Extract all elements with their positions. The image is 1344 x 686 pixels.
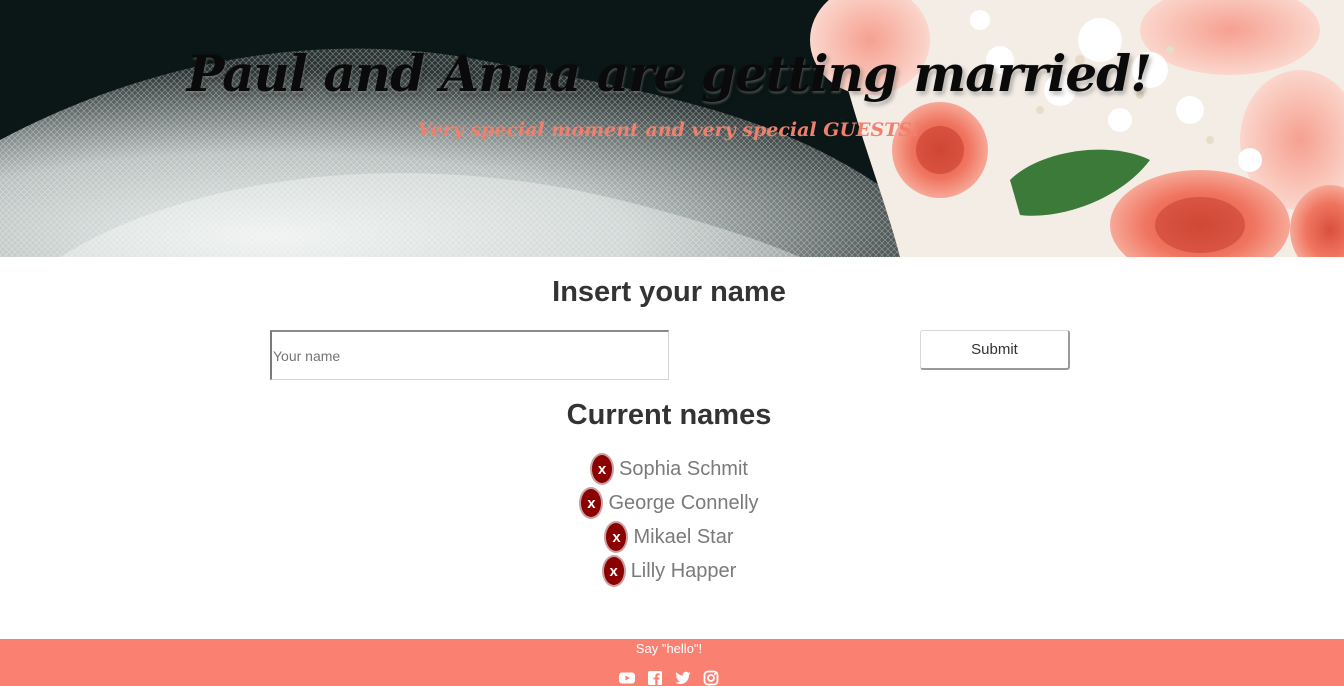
remove-guest-button[interactable]: x — [601, 555, 626, 587]
hero-banner: Paul and Anna are getting married! Very … — [0, 0, 1344, 257]
footer: Say "hello"! — [0, 639, 1344, 686]
list-item: x Lilly Happer — [0, 554, 1338, 588]
instagram-icon[interactable] — [703, 670, 719, 686]
guest-name: Mikael Star — [633, 525, 734, 548]
submit-button[interactable]: Submit — [920, 330, 1070, 370]
list-item: x Sophia Schmit — [0, 452, 1338, 486]
list-item: x Mikael Star — [0, 520, 1338, 554]
name-input[interactable] — [270, 330, 669, 380]
guest-name: Lilly Happer — [630, 559, 737, 582]
page-title: Paul and Anna are getting married! — [186, 44, 1152, 103]
remove-guest-button[interactable]: x — [590, 453, 615, 485]
guest-name: Sophia Schmit — [619, 457, 748, 480]
facebook-icon[interactable] — [647, 670, 663, 686]
remove-guest-button[interactable]: x — [579, 487, 604, 519]
list-item: x George Connelly — [0, 486, 1338, 520]
twitter-icon[interactable] — [675, 670, 691, 686]
page-subtitle: Very special moment and very special GUE… — [417, 119, 921, 141]
youtube-icon[interactable] — [619, 670, 635, 686]
social-links — [0, 670, 1338, 686]
insert-name-heading: Insert your name — [552, 276, 786, 308]
remove-guest-button[interactable]: x — [604, 521, 629, 553]
guest-name: George Connelly — [608, 491, 759, 514]
footer-greeting: Say "hello"! — [635, 641, 703, 656]
guest-list: x Sophia Schmit x George Connelly x Mika… — [0, 452, 1338, 588]
current-names-heading: Current names — [566, 399, 772, 431]
